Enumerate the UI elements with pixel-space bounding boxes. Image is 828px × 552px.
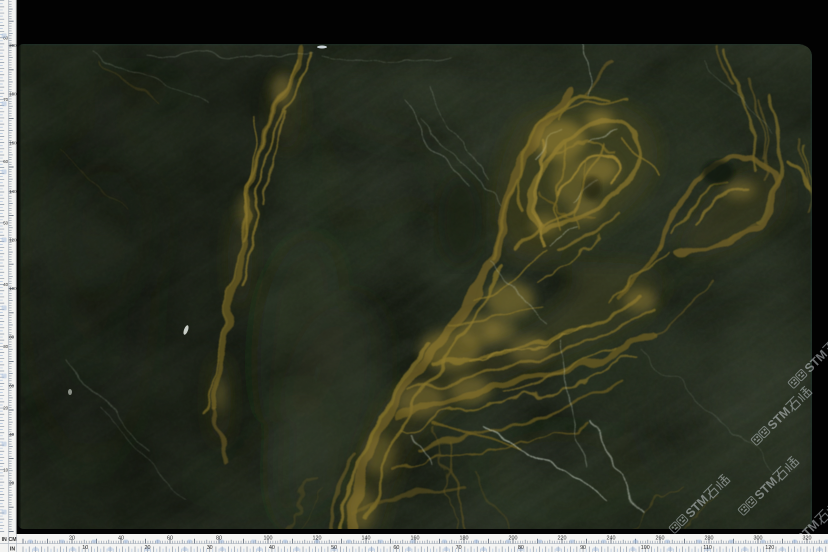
svg-text:60: 60 <box>3 159 8 164</box>
svg-text:180: 180 <box>460 535 469 541</box>
svg-text:320: 320 <box>803 535 812 541</box>
svg-text:280: 280 <box>705 535 714 541</box>
svg-text:180: 180 <box>9 92 17 97</box>
svg-text:220: 220 <box>558 535 567 541</box>
svg-text:100: 100 <box>264 535 273 541</box>
svg-text:40: 40 <box>269 545 275 551</box>
svg-text:100: 100 <box>641 545 650 551</box>
svg-text:160: 160 <box>9 140 17 145</box>
svg-text:50: 50 <box>3 220 8 225</box>
svg-text:100: 100 <box>9 286 17 291</box>
svg-text:90: 90 <box>580 545 586 551</box>
svg-text:40: 40 <box>118 535 124 541</box>
svg-text:260: 260 <box>656 535 665 541</box>
svg-text:20: 20 <box>3 406 8 411</box>
svg-text:120: 120 <box>313 535 322 541</box>
svg-text:20: 20 <box>69 535 75 541</box>
svg-text:10: 10 <box>3 467 8 472</box>
svg-text:60: 60 <box>393 545 399 551</box>
svg-text:140: 140 <box>9 189 17 194</box>
svg-text:160: 160 <box>411 535 420 541</box>
svg-text:120: 120 <box>9 238 17 243</box>
svg-text:IN: IN <box>2 537 7 543</box>
svg-text:10: 10 <box>82 545 88 551</box>
svg-text:80: 80 <box>518 545 524 551</box>
svg-text:40: 40 <box>9 432 14 437</box>
svg-text:70: 70 <box>456 545 462 551</box>
svg-text:80: 80 <box>9 335 14 340</box>
svg-text:120: 120 <box>765 545 774 551</box>
svg-text:300: 300 <box>754 535 763 541</box>
svg-text:CM: CM <box>8 537 16 543</box>
svg-text:140: 140 <box>362 535 371 541</box>
svg-text:110: 110 <box>703 545 712 551</box>
svg-text:40: 40 <box>3 282 8 287</box>
svg-text:50: 50 <box>331 545 337 551</box>
svg-text:30: 30 <box>207 545 213 551</box>
svg-text:20: 20 <box>9 481 14 486</box>
svg-text:80: 80 <box>216 535 222 541</box>
svg-text:60: 60 <box>9 383 14 388</box>
svg-text:60: 60 <box>167 535 173 541</box>
svg-text:IN: IN <box>10 546 15 552</box>
svg-text:70: 70 <box>3 97 8 102</box>
svg-text:20: 20 <box>144 545 150 551</box>
svg-text:240: 240 <box>607 535 616 541</box>
svg-text:30: 30 <box>3 344 8 349</box>
svg-text:200: 200 <box>509 535 518 541</box>
svg-text:200: 200 <box>9 43 17 48</box>
